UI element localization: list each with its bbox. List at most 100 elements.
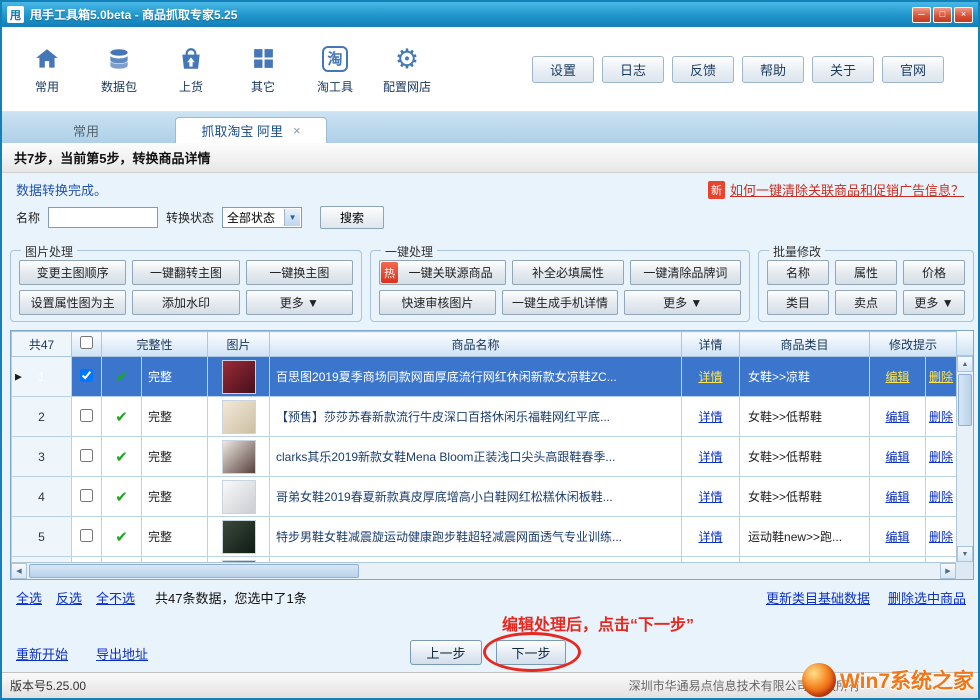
convert-status-select[interactable]: 全部状态 ▼: [222, 207, 302, 228]
batch-name-button[interactable]: 名称: [767, 260, 829, 285]
clear-brand-words-button[interactable]: 一键清除品牌词: [630, 260, 741, 285]
status-row: 数据转换完成。 新 如何一键清除关联商品和促销广告信息？: [16, 180, 964, 199]
toolbar-item-data-package[interactable]: 数据包: [90, 44, 148, 95]
delete-link[interactable]: 删除: [929, 490, 953, 504]
toolbar-item-upload[interactable]: 上货: [162, 44, 220, 95]
detail-link[interactable]: 详情: [699, 450, 723, 464]
log-button[interactable]: 日志: [602, 56, 664, 83]
set-attribute-image-main-button[interactable]: 设置属性图为主: [19, 290, 126, 315]
delete-link[interactable]: 删除: [929, 410, 953, 424]
official-site-button[interactable]: 官网: [882, 56, 944, 83]
table-row[interactable]: ▶ 2 ✔ 完整 【预售】莎莎苏春新款流行牛皮深口百搭休闲乐福鞋网红平底... …: [12, 397, 957, 437]
database-icon: [106, 44, 132, 74]
row-number: 1: [38, 370, 45, 384]
tab-grab-taobao-ali[interactable]: 抓取淘宝 阿里 ×: [175, 117, 327, 143]
generate-mobile-detail-button[interactable]: 一键生成手机详情: [502, 290, 619, 315]
scroll-down-icon[interactable]: ▼: [957, 546, 973, 562]
search-button[interactable]: 搜索: [320, 206, 384, 229]
grid-area: 共47 完整性 图片 商品名称 详情 商品类目 修改提示: [11, 331, 956, 562]
detail-link[interactable]: 详情: [699, 410, 723, 424]
batch-price-button[interactable]: 价格: [903, 260, 965, 285]
minimize-button[interactable]: ─: [912, 7, 931, 23]
batch-more-button[interactable]: 更多 ▼: [903, 290, 965, 315]
new-badge: 新: [708, 181, 725, 199]
vertical-scrollbar[interactable]: ▲ ▼: [956, 356, 973, 562]
app-icon: 甩: [7, 6, 24, 23]
scroll-left-icon[interactable]: ◀: [11, 563, 27, 579]
delete-link[interactable]: 删除: [929, 370, 953, 384]
about-button[interactable]: 关于: [812, 56, 874, 83]
scroll-up-icon[interactable]: ▲: [957, 356, 973, 372]
name-filter-input[interactable]: [48, 207, 158, 228]
detail-link[interactable]: 详情: [699, 530, 723, 544]
detail-link[interactable]: 详情: [699, 370, 723, 384]
dropdown-arrow-icon[interactable]: ▼: [284, 209, 300, 226]
table-row[interactable]: ▶ 1 ✔ 完整 百思图2019夏季商场同款网面厚底流行网红休闲新款女凉鞋ZC.…: [12, 357, 957, 397]
convert-status-label: 转换状态: [166, 209, 214, 226]
settings-button[interactable]: 设置: [532, 56, 594, 83]
toolbar-item-configure-shop[interactable]: ⚙ 配置网店: [378, 44, 436, 95]
link-source-product-button[interactable]: 热 一键关联源商品: [379, 260, 506, 285]
detail-link[interactable]: 详情: [699, 490, 723, 504]
help-button[interactable]: 帮助: [742, 56, 804, 83]
horizontal-scroll-thumb[interactable]: [29, 564, 359, 578]
tab-close-icon[interactable]: ×: [293, 123, 301, 138]
change-main-image-order-button[interactable]: 变更主图顺序: [19, 260, 126, 285]
horizontal-scrollbar[interactable]: ◀ ▶: [11, 562, 956, 579]
feedback-button[interactable]: 反馈: [672, 56, 734, 83]
replace-main-image-button[interactable]: 一键换主图: [246, 260, 353, 285]
invert-selection-link[interactable]: 反选: [56, 588, 82, 607]
tab-common[interactable]: 常用: [47, 117, 125, 143]
toolbar-item-other[interactable]: 其它: [234, 44, 292, 95]
table-row[interactable]: ▶ 3 ✔ 完整 clarks其乐2019新款女鞋Mena Bloom正装浅口尖…: [12, 437, 957, 477]
select-none-link[interactable]: 全不选: [96, 588, 135, 607]
next-step-button[interactable]: 下一步: [496, 640, 566, 665]
convert-status-value: 全部状态: [227, 209, 275, 226]
fill-required-attributes-button[interactable]: 补全必填属性: [512, 260, 623, 285]
toolbar-item-label: 淘工具: [317, 78, 353, 95]
edit-link[interactable]: 编辑: [886, 530, 910, 544]
select-all-checkbox[interactable]: [80, 336, 93, 349]
row-checkbox[interactable]: [80, 529, 93, 542]
content-area: 数据转换完成。 新 如何一键清除关联商品和促销广告信息？ 名称 转换状态 全部状…: [2, 173, 978, 672]
vertical-scroll-thumb[interactable]: [958, 374, 972, 426]
toolbar-item-common[interactable]: 常用: [18, 44, 76, 95]
close-button[interactable]: ×: [954, 7, 973, 23]
row-checkbox[interactable]: [80, 409, 93, 422]
integrity-text: 完整: [148, 490, 172, 504]
batch-category-button[interactable]: 类目: [767, 290, 829, 315]
quick-review-images-button[interactable]: 快速审核图片: [379, 290, 496, 315]
edit-link[interactable]: 编辑: [886, 410, 910, 424]
edit-link[interactable]: 编辑: [886, 450, 910, 464]
export-address-link[interactable]: 导出地址: [96, 644, 148, 663]
previous-step-button[interactable]: 上一步: [410, 640, 482, 665]
row-checkbox[interactable]: [80, 369, 93, 382]
delete-link[interactable]: 删除: [929, 530, 953, 544]
edit-link[interactable]: 编辑: [886, 370, 910, 384]
image-more-button[interactable]: 更多 ▼: [246, 290, 353, 315]
row-checkbox[interactable]: [80, 449, 93, 462]
update-category-data-link[interactable]: 更新类目基础数据: [766, 588, 870, 607]
help-clear-ads-link[interactable]: 如何一键清除关联商品和促销广告信息？: [730, 180, 964, 199]
row-checkbox[interactable]: [80, 489, 93, 502]
delete-selected-link[interactable]: 删除选中商品: [888, 588, 966, 607]
scroll-right-icon[interactable]: ▶: [940, 563, 956, 579]
delete-link[interactable]: 删除: [929, 450, 953, 464]
current-row-marker: ▶: [15, 371, 22, 382]
restart-link[interactable]: 重新开始: [16, 644, 68, 663]
toolbar-item-tao-tools[interactable]: 淘 淘工具: [306, 44, 364, 95]
table-row[interactable]: ▶ 4 ✔ 完整 哥弟女鞋2019春夏新款真皮厚底增高小白鞋网红松糕休闲板鞋..…: [12, 477, 957, 517]
batch-attribute-button[interactable]: 属性: [835, 260, 897, 285]
maximize-button[interactable]: □: [933, 7, 952, 23]
table-row[interactable]: ▶ 5 ✔ 完整 特步男鞋女鞋减震旋运动健康跑步鞋超轻减震网面透气专业训练...…: [12, 517, 957, 557]
right-links: 更新类目基础数据 删除选中商品: [766, 588, 966, 607]
integrity-check-icon: ✔: [115, 529, 128, 546]
product-name: 【预售】莎莎苏春新款流行牛皮深口百搭休闲乐福鞋网红平底...: [276, 410, 610, 424]
select-all-link[interactable]: 全选: [16, 588, 42, 607]
edit-link[interactable]: 编辑: [886, 490, 910, 504]
batch-selling-point-button[interactable]: 卖点: [835, 290, 897, 315]
group-image-processing: 图片处理 变更主图顺序 一键翻转主图 一键换主图 设置属性图为主 添加水印 更多…: [10, 250, 362, 322]
flip-main-image-button[interactable]: 一键翻转主图: [132, 260, 239, 285]
onekey-more-button[interactable]: 更多 ▼: [624, 290, 741, 315]
add-watermark-button[interactable]: 添加水印: [132, 290, 239, 315]
